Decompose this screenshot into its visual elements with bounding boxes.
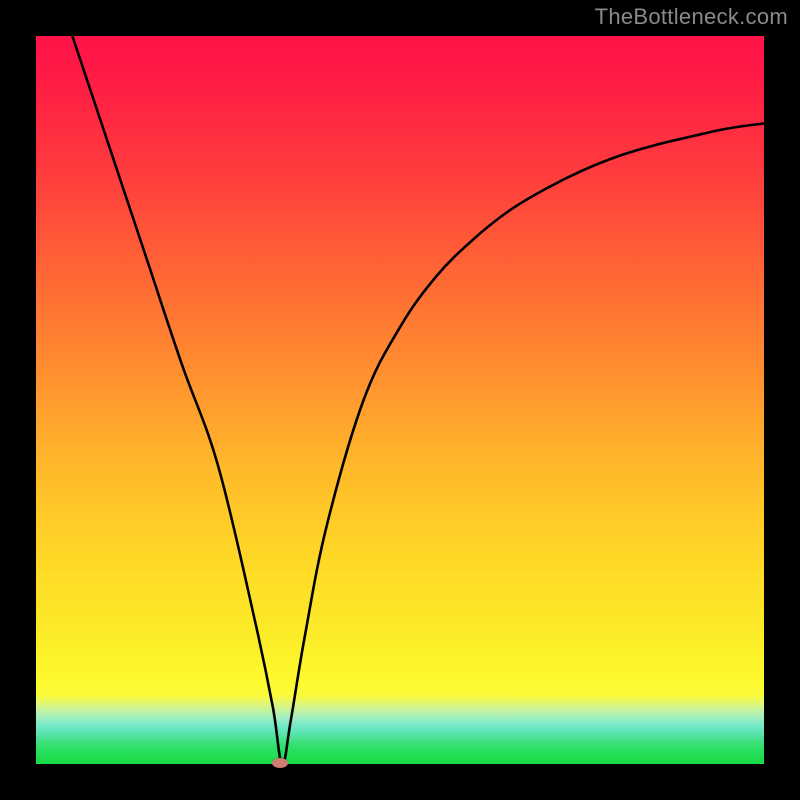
bottleneck-curve bbox=[36, 36, 764, 764]
plot-area bbox=[36, 36, 764, 764]
chart-container: TheBottleneck.com bbox=[0, 0, 800, 800]
minimum-marker bbox=[272, 758, 288, 768]
watermark-text: TheBottleneck.com bbox=[595, 4, 788, 30]
